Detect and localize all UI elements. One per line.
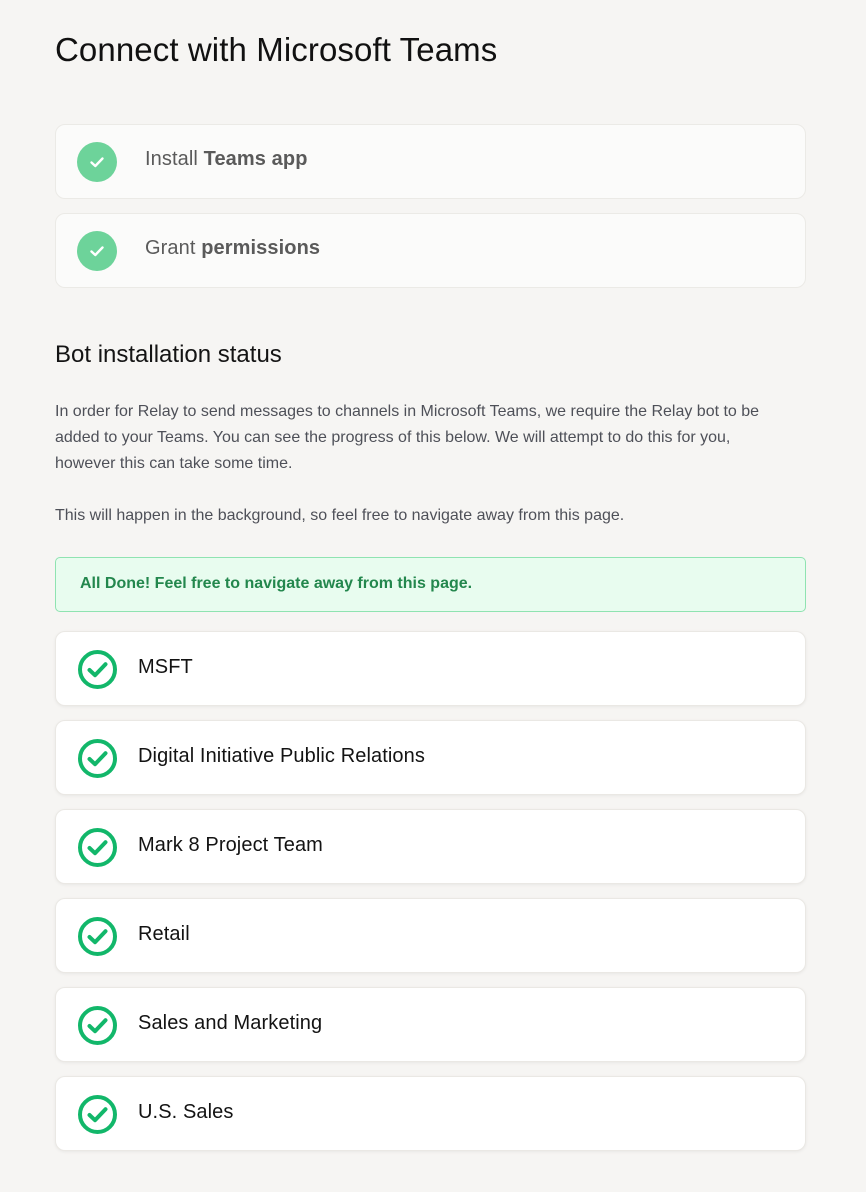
team-name: Sales and Marketing [138, 1012, 323, 1034]
team-name: Mark 8 Project Team [138, 834, 323, 856]
step-label: Grant permissions [145, 237, 321, 259]
team-name: Retail [138, 923, 190, 945]
check-circle-outline-icon [77, 1094, 118, 1135]
success-banner: All Done! Feel free to navigate away fro… [55, 557, 806, 612]
page-title: Connect with Microsoft Teams [55, 31, 498, 68]
page: Connect with Microsoft Teams Install Tea… [0, 0, 866, 1192]
team-name: Digital Initiative Public Relations [138, 745, 425, 767]
team-name: U.S. Sales [138, 1101, 234, 1123]
check-circle-outline-icon [77, 827, 118, 868]
check-circle-outline-icon [77, 649, 118, 690]
team-row: Sales and Marketing [55, 987, 806, 1062]
check-circle-outline-icon [77, 1005, 118, 1046]
description-paragraph: In order for Relay to send messages to c… [55, 403, 760, 472]
check-circle-icon [77, 231, 117, 271]
background-note: This will happen in the background, so f… [55, 507, 625, 524]
team-row: Retail [55, 898, 806, 973]
team-name: MSFT [138, 656, 193, 678]
check-circle-outline-icon [77, 916, 118, 957]
team-row: Mark 8 Project Team [55, 809, 806, 884]
success-banner-text: All Done! Feel free to navigate away fro… [80, 575, 473, 592]
team-row: Digital Initiative Public Relations [55, 720, 806, 795]
check-circle-icon [77, 142, 117, 182]
step-label: Install Teams app [145, 148, 308, 170]
check-circle-outline-icon [77, 738, 118, 779]
step-grant-permissions: Grant permissions [55, 213, 806, 288]
team-row: MSFT [55, 631, 806, 706]
step-install-teams-app: Install Teams app [55, 124, 806, 199]
section-title: Bot installation status [55, 341, 282, 368]
team-row: U.S. Sales [55, 1076, 806, 1151]
